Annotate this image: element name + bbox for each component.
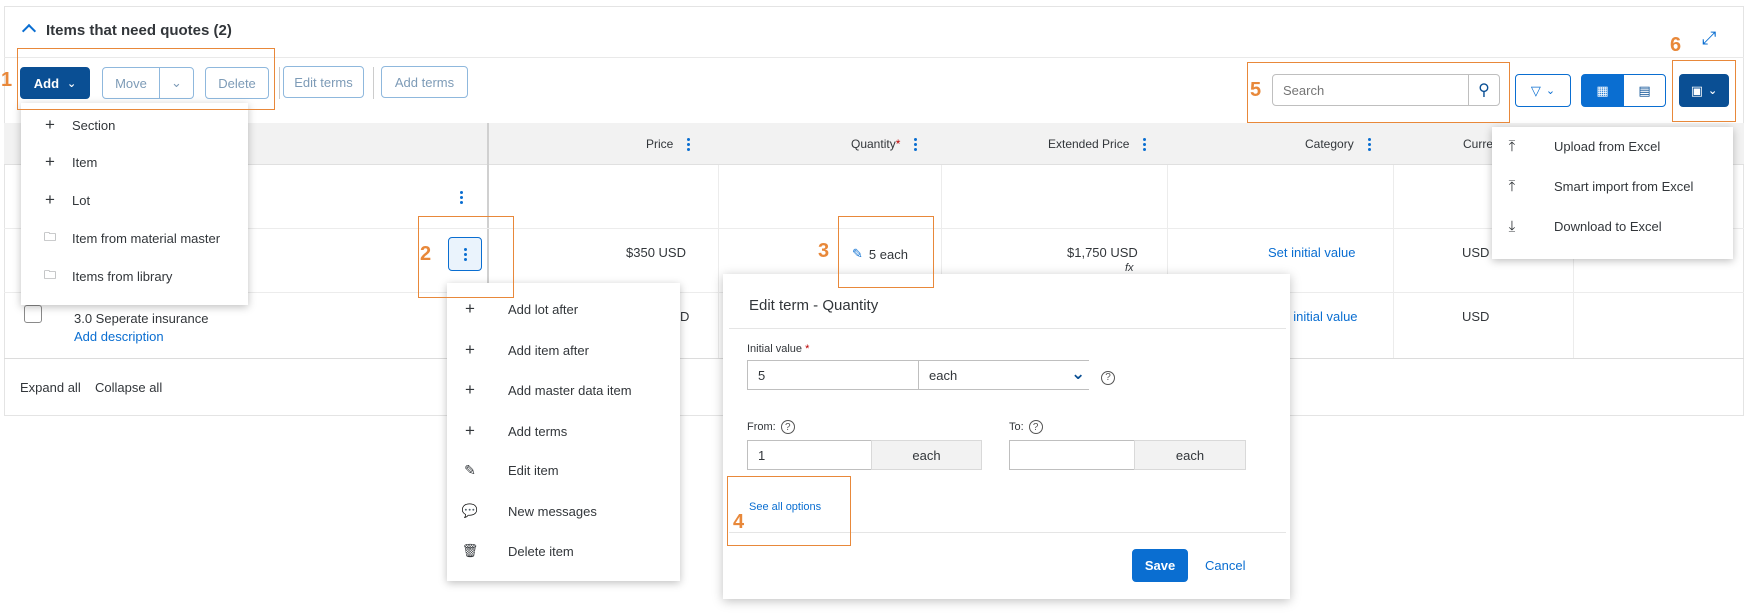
row-2-add-description-link[interactable]: Add description xyxy=(74,329,164,344)
chat-icon: 💬 xyxy=(461,503,479,518)
help-icon[interactable]: ? xyxy=(780,420,795,434)
dialog-title: Edit term - Quantity xyxy=(749,297,879,314)
edit-term-dialog xyxy=(723,274,1290,599)
pencil-icon: ✎ xyxy=(464,462,476,478)
row-1-price: $350 USD xyxy=(626,245,686,260)
row-2-name: 3.0 Seperate insurance xyxy=(74,311,209,326)
unit-select[interactable]: each xyxy=(918,360,1089,390)
help-icon[interactable]: ? xyxy=(1101,368,1115,385)
row-1-currency: USD xyxy=(1462,245,1490,260)
callout-box xyxy=(1672,60,1736,122)
row-2-price: D xyxy=(680,309,690,324)
from-unit: each xyxy=(871,440,982,470)
download-icon: ⤓ xyxy=(1508,218,1516,235)
callout-number: 5 xyxy=(1250,79,1262,101)
row-2-category-link[interactable]: t initial value xyxy=(1286,309,1358,324)
toolbar-separator xyxy=(279,67,280,99)
row-menu-add-lot-after[interactable]: + Add lot after xyxy=(458,299,578,319)
callout-number: 1 xyxy=(1,69,13,91)
formula-fx-icon: fx xyxy=(1125,262,1134,274)
add-menu-item-library[interactable]: 🗀 Items from library xyxy=(38,266,172,287)
chevron-down-icon: ⌄ xyxy=(1545,85,1556,97)
list-view-icon: ▤ xyxy=(1638,82,1651,98)
column-header-price[interactable]: Price xyxy=(646,137,691,151)
column-menu-icon[interactable] xyxy=(1143,137,1147,151)
row-menu-add-item-after[interactable]: + Add item after xyxy=(458,340,589,360)
add-terms-button[interactable]: Add terms xyxy=(381,66,468,98)
column-header-extended-price[interactable]: Extended Price xyxy=(1048,137,1147,151)
callout-box xyxy=(727,476,851,546)
toolbar-separator xyxy=(373,67,374,99)
folder-search-icon: 🗀 xyxy=(43,230,56,244)
add-menu-item-section[interactable]: + Section xyxy=(38,115,115,135)
add-menu-item-item[interactable]: + Item xyxy=(38,152,97,172)
chevron-down-icon[interactable]: ⌄ xyxy=(1071,364,1085,384)
row-menu-edit-item[interactable]: ✎ Edit item xyxy=(458,462,558,479)
dialog-header-divider xyxy=(729,328,1286,329)
initial-value-input[interactable]: 5 xyxy=(747,360,919,390)
row-menu-new-messages[interactable]: 💬 New messages xyxy=(458,503,597,519)
help-icon[interactable]: ? xyxy=(1028,420,1043,434)
filter-button[interactable]: ▽ ⌄ xyxy=(1515,74,1571,107)
excel-menu-smart-import[interactable]: ⤒ Smart import from Excel xyxy=(1500,178,1694,195)
column-menu-icon[interactable] xyxy=(687,137,691,151)
to-label: To:? xyxy=(1009,420,1043,434)
to-unit: each xyxy=(1134,440,1246,470)
to-input[interactable] xyxy=(1009,440,1135,470)
callout-box xyxy=(1247,62,1510,123)
column-header-category[interactable]: Category xyxy=(1305,137,1371,151)
plus-icon: + xyxy=(45,152,55,171)
section-title: Items that need quotes (2) xyxy=(46,22,232,39)
initial-value-label: Initial value * xyxy=(747,343,810,355)
column-menu-icon[interactable] xyxy=(1367,137,1371,151)
plus-icon: + xyxy=(465,380,475,399)
excel-menu-upload[interactable]: ⤒ Upload from Excel xyxy=(1500,138,1661,155)
cancel-button[interactable]: Cancel xyxy=(1205,558,1245,573)
collapse-all-link[interactable]: Collapse all xyxy=(95,380,162,395)
row-2-currency: USD xyxy=(1462,309,1490,324)
from-label: From:? xyxy=(747,420,795,434)
callout-number: 2 xyxy=(420,243,432,265)
row-menu-icon xyxy=(460,191,463,204)
trash-icon: 🗑 xyxy=(461,543,479,558)
plus-icon: + xyxy=(465,421,475,440)
filter-icon: ▽ xyxy=(1530,82,1541,98)
row-menu-delete-item[interactable]: 🗑 Delete item xyxy=(458,543,574,559)
add-menu-item-lot[interactable]: + Lot xyxy=(38,190,90,210)
excel-menu-download[interactable]: ⤓ Download to Excel xyxy=(1500,218,1662,235)
row-actions-button[interactable] xyxy=(460,182,463,204)
edit-terms-button[interactable]: Edit terms xyxy=(283,66,364,98)
column-header-currency[interactable]: Curre xyxy=(1463,137,1493,151)
expand-all-link[interactable]: Expand all xyxy=(20,380,81,395)
plus-icon: + xyxy=(465,299,475,318)
plus-icon: + xyxy=(45,190,55,209)
row-menu-add-master-data-item[interactable]: + Add master data item xyxy=(458,380,632,400)
add-menu-item-material-master[interactable]: 🗀 Item from material master xyxy=(38,228,220,249)
upload-icon: ⤒ xyxy=(1508,178,1516,195)
row-2-checkbox[interactable] xyxy=(24,305,42,323)
row-1-extended-price: $1,750 USD xyxy=(1067,245,1138,260)
callout-number: 3 xyxy=(818,240,830,262)
plus-icon: + xyxy=(45,115,55,134)
expand-fullscreen-icon[interactable]: ⤢ xyxy=(1702,28,1716,49)
upload-icon: ⤒ xyxy=(1508,138,1516,155)
callout-box xyxy=(838,216,934,288)
folder-search-icon: 🗀 xyxy=(43,268,56,282)
callout-box xyxy=(17,48,275,110)
grid-view-icon: ▦ xyxy=(1596,82,1609,98)
plus-icon: + xyxy=(465,340,475,359)
list-view-button[interactable]: ▤ xyxy=(1623,74,1666,107)
grid-line xyxy=(1393,165,1394,359)
row-menu-add-terms[interactable]: + Add terms xyxy=(458,421,567,441)
grid-view-button[interactable]: ▦ xyxy=(1581,74,1624,107)
from-input[interactable]: 1 xyxy=(747,440,872,470)
save-button[interactable]: Save xyxy=(1132,549,1188,582)
callout-number: 6 xyxy=(1670,34,1682,56)
column-header-quantity[interactable]: Quantity* xyxy=(851,137,918,151)
row-1-category-link[interactable]: Set initial value xyxy=(1268,245,1355,260)
callout-box xyxy=(418,216,514,298)
column-menu-icon[interactable] xyxy=(914,137,918,151)
grid-line xyxy=(718,165,719,359)
callout-number: 4 xyxy=(733,511,745,533)
